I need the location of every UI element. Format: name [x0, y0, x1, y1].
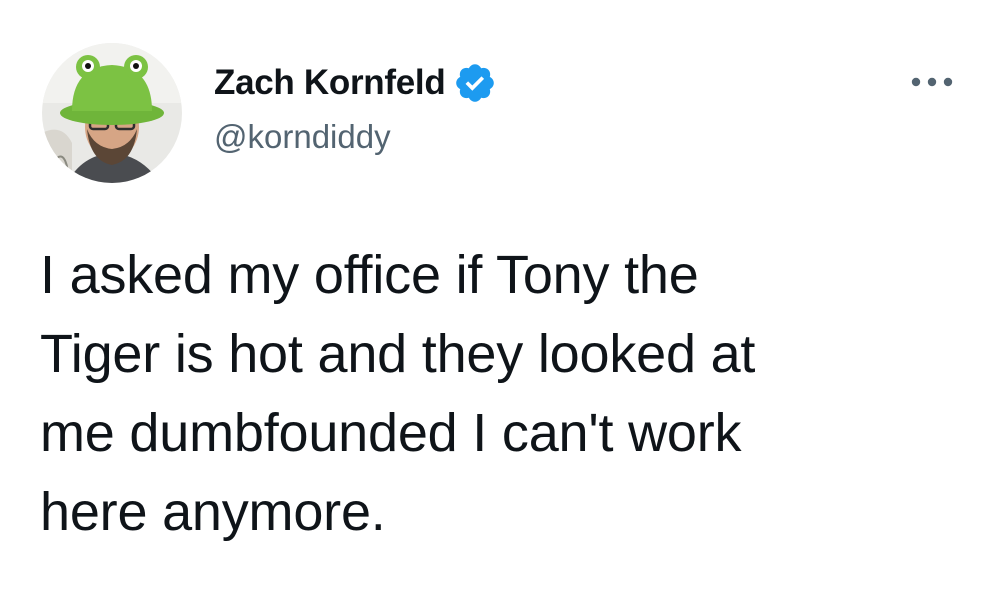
- tweet-text-line: Tiger is hot and they looked at: [40, 324, 756, 384]
- author-handle[interactable]: @korndiddy: [214, 118, 391, 156]
- more-options-icon: [911, 77, 953, 87]
- verified-badge-icon: [453, 61, 497, 105]
- display-name[interactable]: Zach Kornfeld: [214, 63, 446, 103]
- more-options-button[interactable]: [904, 64, 960, 100]
- tweet-text-line: I asked my office if Tony the: [40, 245, 699, 305]
- tweet-card: Zach Kornfeld @korndiddy I asked my offi…: [0, 0, 1000, 602]
- tweet-text: I asked my office if Tony the Tiger is h…: [40, 236, 970, 552]
- avatar[interactable]: [42, 43, 182, 183]
- author-name-row: Zach Kornfeld: [214, 60, 497, 106]
- tweet-text-line: me dumbfounded I can't work: [40, 403, 742, 463]
- tweet-text-line: here anymore.: [40, 482, 386, 542]
- avatar-image: [42, 43, 182, 183]
